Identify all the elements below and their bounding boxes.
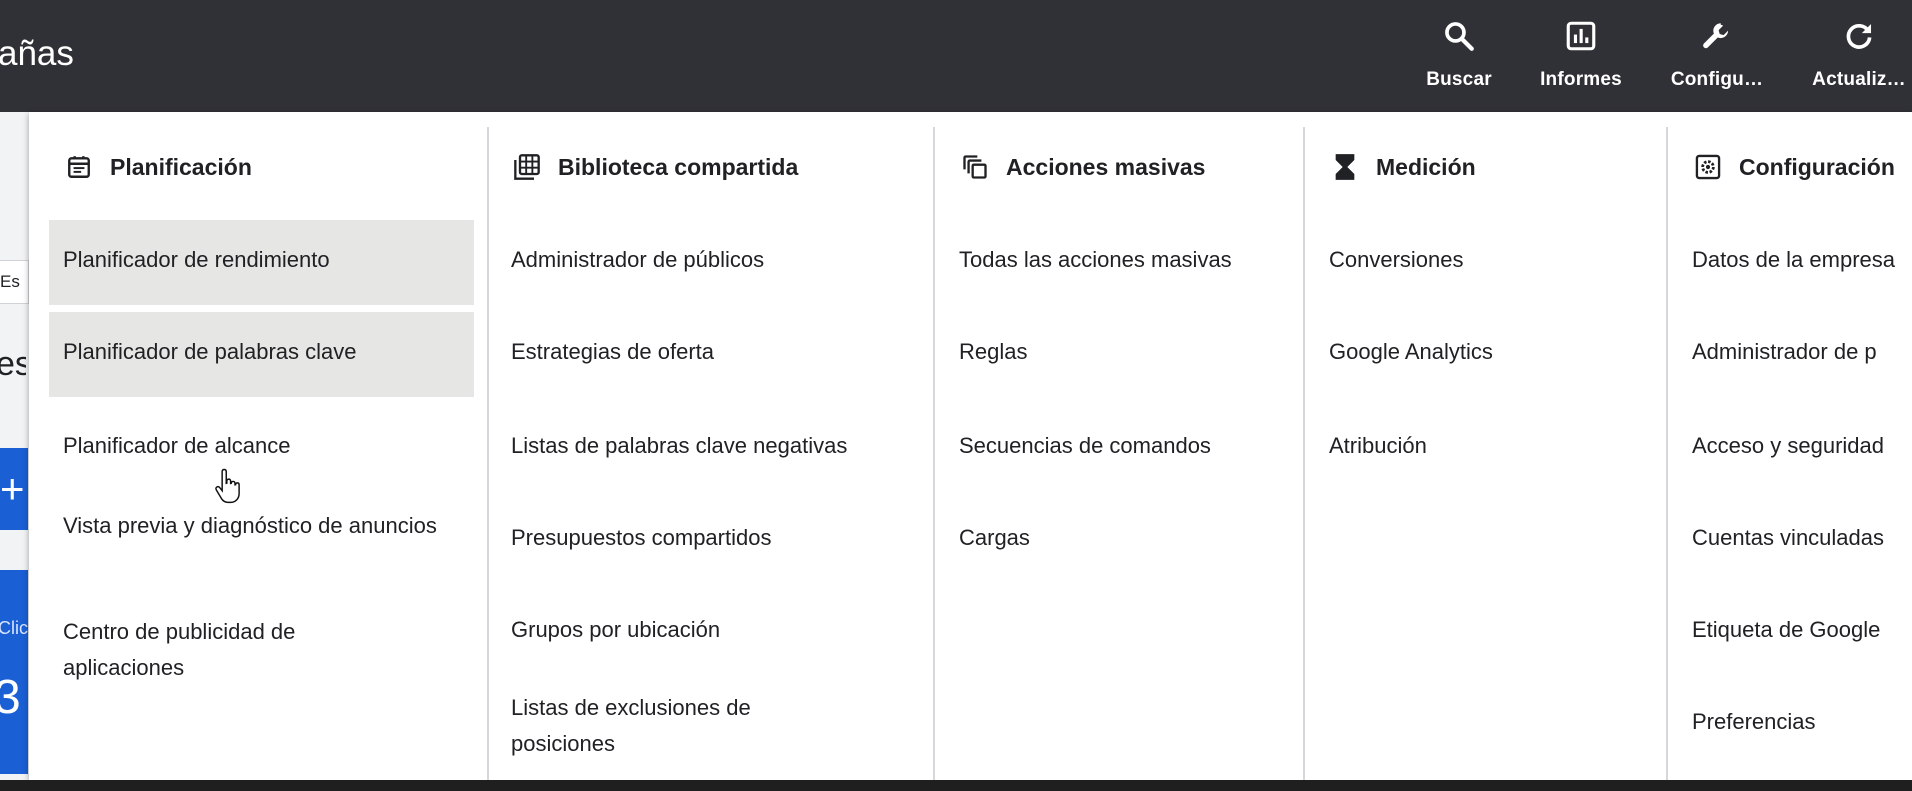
search-button[interactable]: Buscar	[1404, 10, 1514, 100]
menu-item-scripts[interactable]: Secuencias de comandos	[959, 428, 1211, 464]
reports-button[interactable]: Informes	[1526, 10, 1636, 100]
menu-item-location-groups[interactable]: Grupos por ubicación	[511, 612, 720, 648]
top-bar: añas Buscar Informes Configu… Actualiz…	[0, 0, 1912, 112]
tools-settings-button[interactable]: Configu…	[1662, 10, 1772, 100]
menu-item-conversions[interactable]: Conversiones	[1329, 242, 1464, 278]
menu-item-placement-exclusion-lists[interactable]: Listas de exclusiones de posiciones	[511, 690, 821, 762]
column-header-bulk-actions: Acciones masivas	[960, 152, 1205, 182]
background-metric-card: Clic 3	[0, 570, 28, 774]
refresh-icon	[1839, 16, 1879, 56]
library-grid-icon	[512, 152, 542, 182]
menu-item-negative-keyword-lists[interactable]: Listas de palabras clave negativas	[511, 428, 847, 464]
reports-button-label: Informes	[1540, 69, 1622, 90]
column-divider	[487, 127, 489, 780]
menu-item-bid-strategies[interactable]: Estrategias de oferta	[511, 334, 714, 370]
menu-item-google-analytics[interactable]: Google Analytics	[1329, 334, 1493, 370]
background-heading: es	[0, 345, 26, 383]
menu-item-preferences[interactable]: Preferencias	[1692, 704, 1816, 740]
menu-item-all-bulk-actions[interactable]: Todas las acciones masivas	[959, 242, 1232, 278]
column-header-shared-library: Biblioteca compartida	[512, 152, 798, 182]
tools-settings-label: Configu…	[1670, 69, 1764, 90]
column-divider	[933, 127, 935, 780]
column-title: Biblioteca compartida	[558, 153, 799, 180]
menu-item-keyword-planner[interactable]: Planificador de palabras clave	[49, 312, 474, 397]
menu-item-policy-manager[interactable]: Administrador de p	[1692, 334, 1877, 370]
column-divider	[1303, 127, 1305, 780]
menu-item-reach-planner[interactable]: Planificador de alcance	[63, 428, 290, 464]
column-divider	[1666, 127, 1668, 780]
hand-pointer-cursor-icon	[215, 468, 240, 504]
menu-item-attribution[interactable]: Atribución	[1329, 428, 1427, 464]
calendar-icon	[64, 152, 94, 182]
column-title: Configuración	[1739, 153, 1895, 180]
hourglass-icon	[1330, 152, 1360, 182]
reports-icon	[1561, 16, 1601, 56]
menu-item-app-advertising-hub[interactable]: Centro de publicidad de aplicaciones	[63, 614, 383, 686]
background-filter-chip: Es	[0, 260, 29, 304]
column-title: Planificación	[110, 153, 252, 180]
search-button-label: Buscar	[1426, 69, 1492, 90]
column-title: Acciones masivas	[1006, 153, 1206, 180]
background-add-button: +	[0, 448, 28, 530]
menu-item-performance-planner[interactable]: Planificador de rendimiento	[49, 220, 474, 305]
column-header-settings: Configuración	[1693, 152, 1895, 182]
menu-item-linked-accounts[interactable]: Cuentas vinculadas	[1692, 520, 1884, 556]
menu-item-business-data[interactable]: Datos de la empresa	[1692, 242, 1895, 278]
refresh-button[interactable]: Actualiz…	[1804, 10, 1912, 100]
background-card-label: Clic	[0, 618, 28, 638]
menu-item-rules[interactable]: Reglas	[959, 334, 1027, 370]
menu-item-google-tag[interactable]: Etiqueta de Google	[1692, 612, 1880, 648]
search-icon	[1439, 16, 1479, 56]
page-title: añas	[0, 34, 74, 73]
tools-mega-menu: Planificación Planificador de rendimient…	[29, 112, 1912, 780]
bottom-edge	[0, 780, 1912, 791]
menu-item-shared-budgets[interactable]: Presupuestos compartidos	[511, 520, 771, 556]
background-card-number: 3	[0, 671, 21, 724]
menu-item-uploads[interactable]: Cargas	[959, 520, 1030, 556]
refresh-label: Actualiz…	[1812, 69, 1906, 90]
background-page: Es es + Clic 3	[0, 112, 30, 780]
menu-item-audience-manager[interactable]: Administrador de públicos	[511, 242, 764, 278]
column-header-planning: Planificación	[64, 152, 252, 182]
settings-gear-icon	[1693, 152, 1723, 182]
column-header-measurement: Medición	[1330, 152, 1476, 182]
column-title: Medición	[1376, 153, 1476, 180]
menu-item-access-security[interactable]: Acceso y seguridad	[1692, 428, 1884, 464]
wrench-icon	[1697, 16, 1737, 56]
menu-item-ad-preview-diagnosis[interactable]: Vista previa y diagnóstico de anuncios	[63, 508, 443, 544]
copy-stack-icon	[960, 152, 990, 182]
